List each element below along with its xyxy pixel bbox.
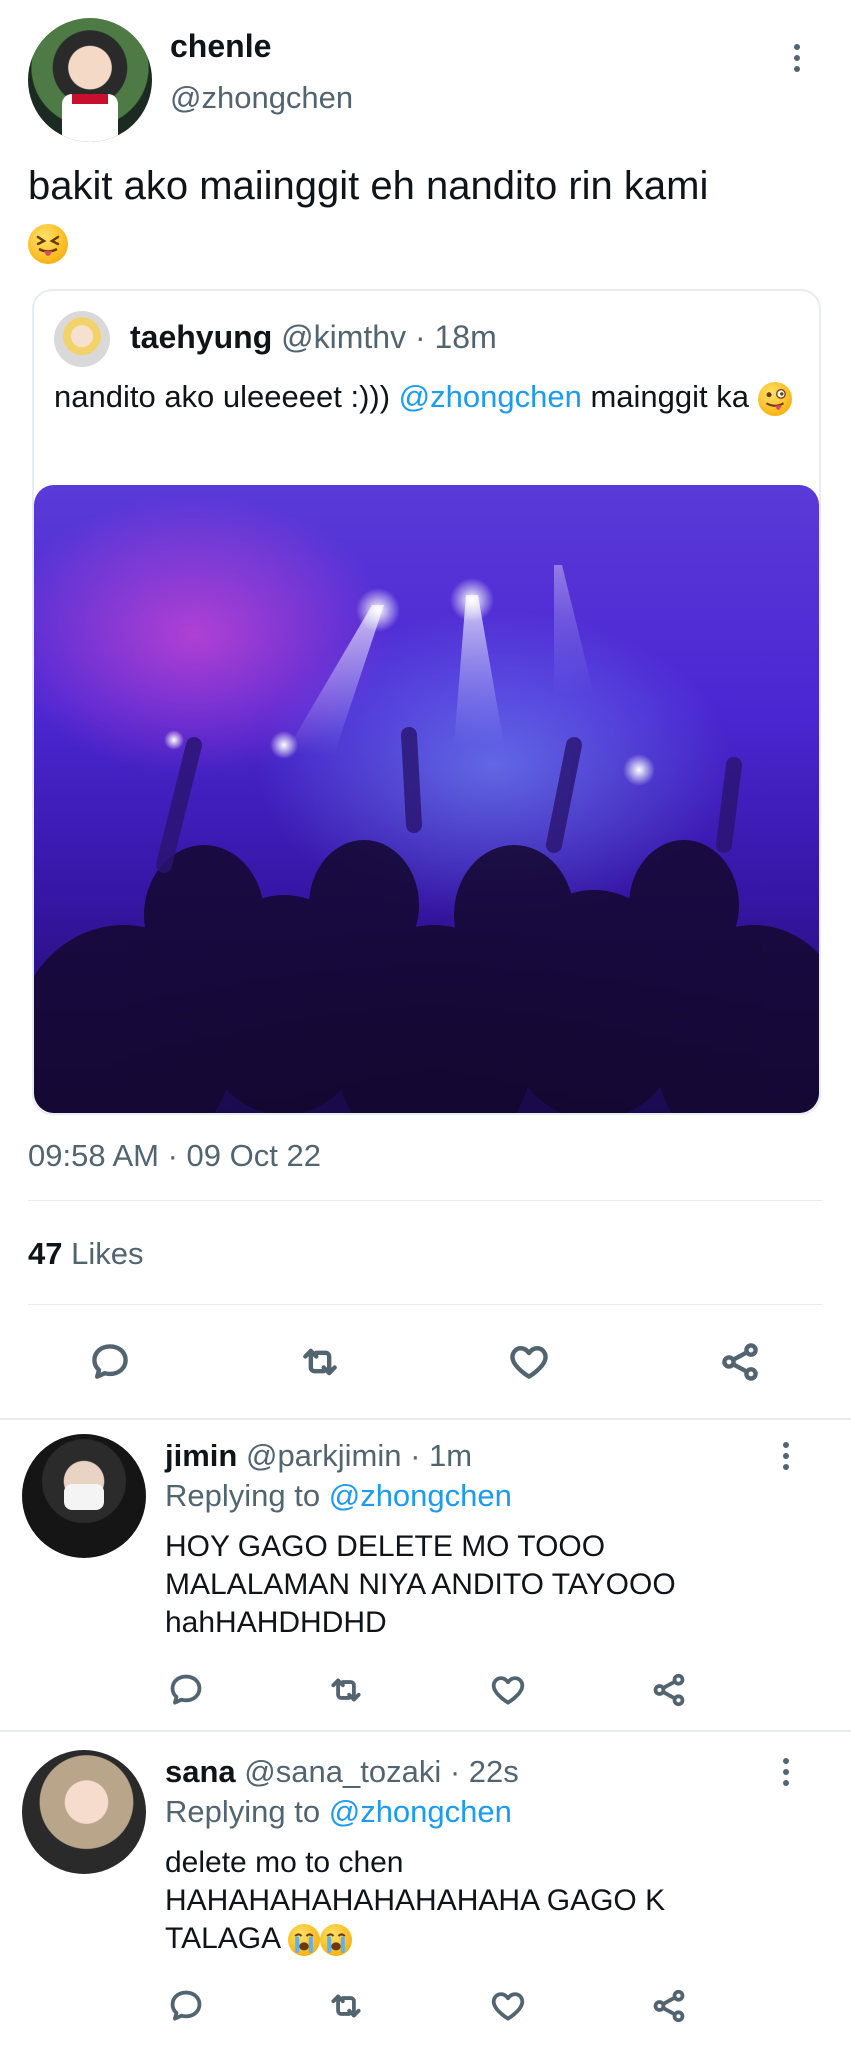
retweet-icon xyxy=(303,1348,337,1376)
reply-text: delete mo to chen HAHAHAHAHAHAHAHAHA GAG… xyxy=(165,1846,666,1955)
quote-author-avatar[interactable] xyxy=(54,311,110,367)
reply-header: sana @sana_tozaki · 22s xyxy=(165,1754,519,1790)
author-name[interactable]: chenle xyxy=(170,28,271,65)
replying-to-label: Replying to xyxy=(165,1478,321,1513)
reply-text-block: delete mo to chen HAHAHAHAHAHAHAHAHA GAG… xyxy=(165,1844,745,1958)
share-button[interactable] xyxy=(716,1338,764,1386)
share-icon xyxy=(653,1989,685,2023)
like-button[interactable] xyxy=(484,1666,532,1714)
more-vertical-icon[interactable] xyxy=(783,1442,789,1470)
likes-count: 47 xyxy=(28,1236,63,1271)
share-icon xyxy=(653,1673,685,1707)
quote-text-before: nandito ako uleeeeet :))) xyxy=(54,379,399,414)
quoted-tweet-card[interactable]: taehyung @kimthv · 18m nandito ako uleee… xyxy=(32,289,821,1115)
quote-author-name[interactable]: taehyung xyxy=(130,319,272,355)
reply-time: · 22s xyxy=(449,1754,519,1789)
reply-avatar[interactable] xyxy=(22,1434,146,1558)
tweet-text: bakit ako maiinggit eh nandito rin kami xyxy=(28,160,828,268)
share-button[interactable] xyxy=(645,1982,693,2030)
replying-to-label: Replying to xyxy=(165,1794,321,1829)
comment-icon xyxy=(170,1990,202,2021)
quote-text-after: mainggit ka xyxy=(581,379,749,414)
reply-item[interactable]: sana @sana_tozaki · 22s Replying to @zho… xyxy=(0,1736,851,2048)
quote-mention-link[interactable]: @zhongchen xyxy=(399,379,582,414)
like-button[interactable] xyxy=(484,1982,532,2030)
reply-button[interactable] xyxy=(86,1338,134,1386)
share-button[interactable] xyxy=(645,1666,693,1714)
likes-label: Likes xyxy=(71,1236,144,1271)
reply-author-handle[interactable]: @sana_tozaki xyxy=(244,1754,441,1789)
squinting-tongue-emoji-icon xyxy=(28,224,68,265)
author-avatar[interactable] xyxy=(28,18,152,142)
quote-media-image[interactable] xyxy=(34,485,819,1113)
replying-to-line: Replying to @zhongchen xyxy=(165,1794,512,1830)
reply-button[interactable] xyxy=(162,1666,210,1714)
reply-item[interactable]: jimin @parkjimin · 1m Replying to @zhong… xyxy=(0,1420,851,1730)
reply-button[interactable] xyxy=(162,1982,210,2030)
reply-author-handle[interactable]: @parkjimin xyxy=(246,1438,402,1473)
replying-to-link[interactable]: @zhongchen xyxy=(329,1478,512,1513)
tweet-text-content: bakit ako maiinggit eh nandito rin kami xyxy=(28,164,709,208)
replying-to-link[interactable]: @zhongchen xyxy=(329,1794,512,1829)
retweet-button[interactable] xyxy=(296,1338,344,1386)
divider xyxy=(28,1304,823,1305)
reply-author-name[interactable]: jimin xyxy=(165,1438,237,1473)
reply-author-name[interactable]: sana xyxy=(165,1754,236,1789)
retweet-button[interactable] xyxy=(322,1666,370,1714)
like-button[interactable] xyxy=(505,1338,553,1386)
more-vertical-icon[interactable] xyxy=(783,1758,789,1786)
retweet-icon xyxy=(331,1678,361,1702)
crying-face-emoji-icon xyxy=(287,1924,320,1957)
likes-stat[interactable]: 47 Likes xyxy=(28,1236,143,1272)
zany-face-emoji-icon xyxy=(757,381,792,416)
reply-time: · 1m xyxy=(410,1438,473,1473)
heart-icon xyxy=(491,1992,525,2021)
comment-icon xyxy=(92,1344,128,1379)
heart-icon xyxy=(510,1346,548,1379)
tweet-timestamp[interactable]: 09:58 AM · 09 Oct 22 xyxy=(28,1138,321,1174)
quote-time: · 18m xyxy=(414,319,497,355)
reply-text: HOY GAGO DELETE MO TOOO MALALAMAN NIYA A… xyxy=(165,1530,676,1639)
more-vertical-icon[interactable] xyxy=(794,44,800,72)
reply-header: jimin @parkjimin · 1m xyxy=(165,1438,472,1474)
author-handle[interactable]: @zhongchen xyxy=(170,80,353,116)
crying-face-emoji-icon xyxy=(319,1924,352,1957)
share-icon xyxy=(722,1343,758,1381)
quote-author-handle[interactable]: @kimthv xyxy=(281,319,406,355)
stage-lights-graphic xyxy=(34,565,819,1113)
reply-avatar[interactable] xyxy=(22,1750,146,1874)
quote-author-line: taehyung @kimthv · 18m xyxy=(130,319,497,356)
comment-icon xyxy=(170,1674,202,1705)
replying-to-line: Replying to @zhongchen xyxy=(165,1478,512,1514)
retweet-icon xyxy=(331,1994,361,2018)
retweet-button[interactable] xyxy=(322,1982,370,2030)
divider xyxy=(0,1730,851,1732)
quote-text: nandito ako uleeeeet :))) @zhongchen mai… xyxy=(54,377,794,417)
divider xyxy=(28,1200,823,1201)
heart-icon xyxy=(491,1676,525,1705)
